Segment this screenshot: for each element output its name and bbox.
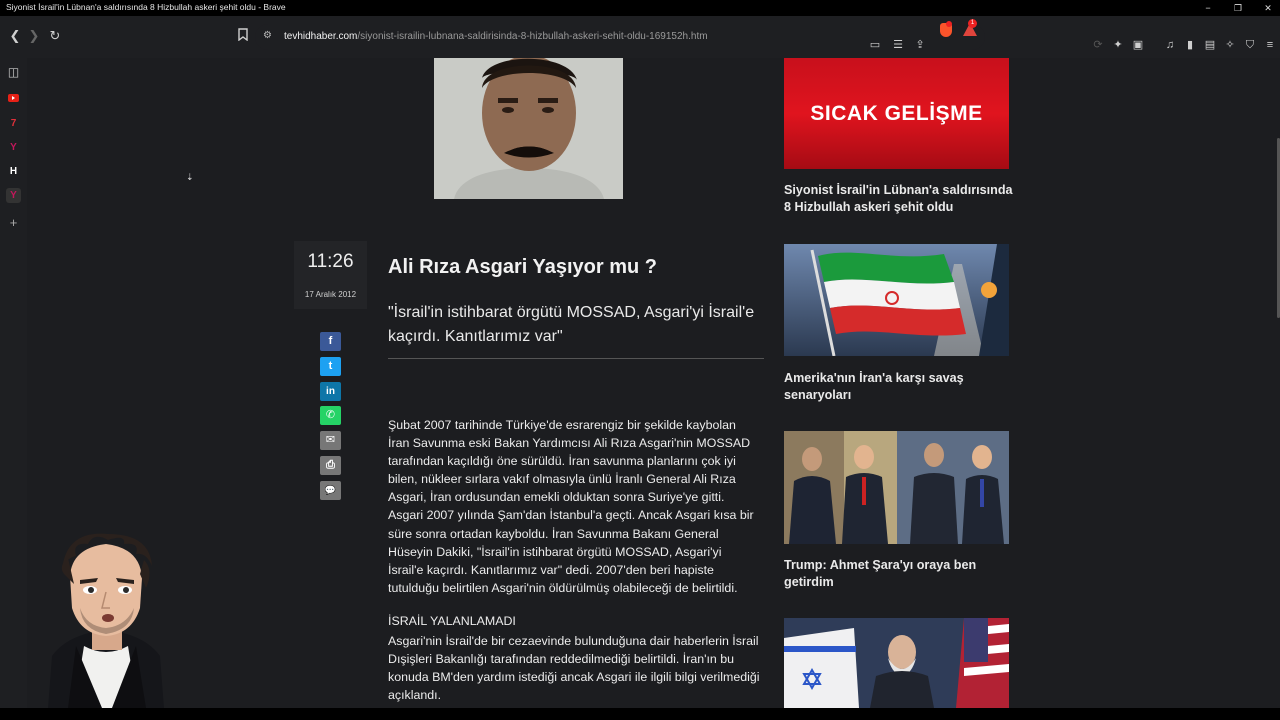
leo-icon[interactable]: ✧: [1223, 38, 1237, 52]
news-card-title[interactable]: Trump: Ahmet Şara'yı oraya ben getirdim: [784, 557, 1014, 590]
wallet-icon[interactable]: ▤: [1203, 38, 1217, 52]
news-card-image-flags[interactable]: [784, 618, 1009, 708]
article-portrait-image: [434, 58, 623, 199]
news-card-image-breaking[interactable]: SICAK GELİŞME: [784, 58, 1009, 169]
youtube-icon[interactable]: [6, 92, 21, 107]
reload-icon[interactable]: ↻: [47, 28, 63, 44]
article-spot: "İsrail'in istihbarat örgütü MOSSAD, Asg…: [388, 304, 755, 345]
twitter-share-button[interactable]: t: [320, 357, 341, 376]
article-subheading: İSRAİL YALANLAMADI: [388, 614, 516, 628]
streamer-avatar: [28, 530, 178, 708]
article-body: Şubat 2007 tarihinde Türkiye'de esrareng…: [388, 418, 754, 595]
article-time: 11:26: [307, 251, 354, 272]
article-date: 17 Aralık 2012: [304, 290, 357, 299]
screenshot-icon[interactable]: ▣: [1131, 38, 1145, 52]
linkedin-share-button[interactable]: in: [320, 382, 341, 401]
print-button[interactable]: ⎙: [320, 456, 341, 475]
bottom-edge: [0, 708, 1280, 720]
window-title: Siyonist İsrail'in Lübnan'a saldırısında…: [6, 2, 286, 12]
bookmark-icon[interactable]: [235, 28, 251, 44]
site-info-icon[interactable]: ⚙: [263, 30, 272, 41]
sidebar-item-y-icon[interactable]: Y: [6, 140, 21, 155]
sidebar-item-active-icon[interactable]: Y: [6, 188, 21, 203]
sidebar-item-h[interactable]: H: [6, 164, 21, 179]
minimize-button[interactable]: −: [1193, 0, 1223, 16]
sidebar-panel-icon[interactable]: ◫: [6, 65, 21, 80]
divider: [388, 358, 764, 359]
email-share-button[interactable]: ✉: [320, 431, 341, 450]
news-card-image-iran-flag[interactable]: [784, 244, 1009, 356]
forward-icon[interactable]: ❯: [26, 28, 42, 44]
sidebar-toggle-icon[interactable]: ▮: [1183, 38, 1197, 52]
media-icon[interactable]: ♫: [1163, 38, 1177, 52]
url-text[interactable]: tevhidhaber.com/siyonist-israilin-lubnan…: [284, 31, 708, 42]
browser-sidebar: ◫ 7 Y H Y +: [0, 58, 27, 720]
cast-icon[interactable]: ▭: [868, 38, 882, 52]
comment-button[interactable]: 💬: [320, 481, 341, 500]
article-body-continued: Asgari'nin İsrail'de bir cezaevinde bulu…: [388, 634, 760, 703]
close-button[interactable]: ✕: [1253, 0, 1280, 16]
breaking-news-label: SICAK GELİŞME: [810, 102, 983, 125]
shields-badge: [946, 21, 952, 27]
extensions-icon[interactable]: ✦: [1111, 38, 1125, 52]
whatsapp-share-button[interactable]: ✆: [320, 406, 341, 425]
menu-icon[interactable]: ≡: [1263, 38, 1277, 52]
rewards-badge: 1: [968, 19, 977, 28]
restore-button[interactable]: ❐: [1223, 0, 1253, 16]
sidebar-add-button[interactable]: +: [6, 215, 21, 230]
mouse-cursor-icon: ⇣: [186, 172, 194, 182]
facebook-share-button[interactable]: f: [320, 332, 341, 351]
news-card-title[interactable]: Siyonist İsrail'in Lübnan'a saldırısında…: [784, 182, 1014, 215]
vpn-icon[interactable]: ⛉: [1243, 38, 1257, 52]
browser-toolbar: ❮ ❯ ↻ ⚙ tevhidhaber.com/siyonist-israili…: [0, 16, 1280, 58]
reader-mode-icon[interactable]: ☰: [891, 38, 905, 52]
sidebar-item-seven[interactable]: 7: [6, 116, 21, 131]
puzzle-disabled-icon: ⟳: [1093, 39, 1103, 51]
news-card-title[interactable]: Amerika'nın İran'a karşı savaş senaryola…: [784, 370, 1014, 403]
window-titlebar: Siyonist İsrail'in Lübnan'a saldırısında…: [0, 0, 1280, 16]
web-page: [27, 58, 1277, 708]
article-title: Ali Rıza Asgari Yaşıyor mu ?: [388, 256, 657, 278]
share-page-icon[interactable]: ⇪: [913, 38, 927, 52]
back-icon[interactable]: ❮: [7, 28, 23, 44]
news-card-image-trump[interactable]: [784, 431, 1009, 544]
